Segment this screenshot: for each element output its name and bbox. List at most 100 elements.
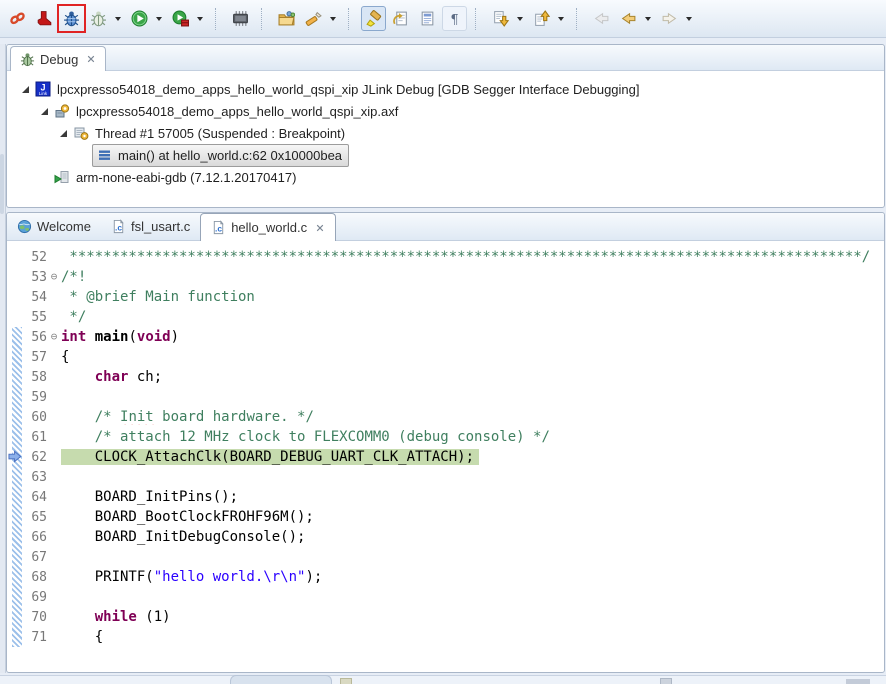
code-text[interactable]: */ [61, 309, 884, 325]
code-line[interactable]: 69 [7, 587, 884, 607]
chip-button[interactable] [228, 6, 253, 31]
fold-collapse-icon[interactable]: ⊖ [47, 267, 61, 287]
code-text[interactable]: { [61, 349, 884, 365]
highlighter-button[interactable] [361, 6, 386, 31]
code-line[interactable]: 66 BOARD_InitDebugConsole(); [7, 527, 884, 547]
code-line[interactable]: 54 * @brief Main function [7, 287, 884, 307]
open-folder-button[interactable] [274, 6, 299, 31]
code-line[interactable]: 63 [7, 467, 884, 487]
expand-toggle-icon[interactable] [59, 129, 68, 138]
code-text[interactable]: int main(void) [61, 329, 884, 345]
dropdown-arrow-icon[interactable] [194, 7, 205, 31]
run-button[interactable] [127, 6, 152, 31]
expand-toggle-icon[interactable] [21, 85, 30, 94]
wand-button[interactable] [301, 6, 326, 31]
pale-bug-icon [90, 10, 107, 27]
code-line[interactable]: 71 { [7, 627, 884, 647]
next-annotation-icon [492, 10, 509, 27]
code-line[interactable]: 62 CLOCK_AttachClk(BOARD_DEBUG_UART_CLK_… [7, 447, 884, 467]
last-edit-button[interactable] [388, 6, 413, 31]
prev-annotation-icon [533, 10, 550, 27]
main-toolbar: ¶ [0, 0, 886, 38]
code-text[interactable]: BOARD_BootClockFROHF96M(); [61, 509, 884, 525]
dropdown-arrow-icon[interactable] [514, 7, 525, 31]
code-line[interactable]: 59 [7, 387, 884, 407]
redboot-icon [36, 10, 53, 27]
back-disabled-button[interactable] [589, 6, 614, 31]
code-text[interactable]: char ch; [61, 369, 884, 385]
dropdown-arrow-icon[interactable] [555, 7, 566, 31]
debug-tree-item[interactable]: arm-none-eabi-gdb (7.12.1.20170417) [7, 166, 884, 188]
dropdown-arrow-icon[interactable] [683, 7, 694, 31]
code-line[interactable]: 55 */ [7, 307, 884, 327]
code-line[interactable]: 52 *************************************… [7, 247, 884, 267]
code-editor[interactable]: 52 *************************************… [7, 241, 884, 647]
code-text[interactable]: BOARD_InitPins(); [61, 489, 884, 505]
line-number: 54 [24, 290, 47, 305]
debug-view-tabbar: Debug [7, 45, 884, 71]
debug-tree-item-label: arm-none-eabi-gdb (7.12.1.20170417) [76, 170, 296, 185]
expand-toggle-icon[interactable] [40, 107, 49, 116]
source-doc-button[interactable] [415, 6, 440, 31]
debug-tree-item[interactable]: JLinklpcxpresso54018_demo_apps_hello_wor… [7, 78, 884, 100]
debug-tree-item[interactable]: main() at hello_world.c:62 0x10000bea [7, 144, 884, 166]
code-text[interactable]: * @brief Main function [61, 289, 884, 305]
range-indicator[interactable] [12, 327, 22, 647]
tab-label: fsl_usart.c [131, 219, 190, 234]
left-trim-handle[interactable] [0, 154, 4, 214]
code-line[interactable]: 70 while (1) [7, 607, 884, 627]
line-number: 52 [24, 250, 47, 265]
code-line[interactable]: 68 PRINTF("hello world.\r\n"); [7, 567, 884, 587]
line-number: 55 [24, 310, 47, 325]
code-text[interactable]: BOARD_InitDebugConsole(); [61, 529, 884, 545]
code-line[interactable]: 53⊖/*! [7, 267, 884, 287]
forward-pale-button[interactable] [657, 6, 682, 31]
code-line[interactable]: 58 char ch; [7, 367, 884, 387]
instruction-pointer-icon[interactable] [8, 449, 23, 464]
code-text[interactable]: /* Init board hardware. */ [61, 409, 884, 425]
code-line[interactable]: 56⊖int main(void) [7, 327, 884, 347]
debug-tree-item[interactable]: Thread #1 57005 (Suspended : Breakpoint) [7, 122, 884, 144]
code-line[interactable]: 65 BOARD_BootClockFROHF96M(); [7, 507, 884, 527]
redboot-button[interactable] [32, 6, 57, 31]
code-line[interactable]: 67 [7, 547, 884, 567]
pilcrow-button[interactable]: ¶ [442, 6, 467, 31]
dropdown-arrow-icon[interactable] [327, 7, 338, 31]
code-line[interactable]: 61 /* attach 12 MHz clock to FLEXCOMM0 (… [7, 427, 884, 447]
back-gold-button[interactable] [616, 6, 641, 31]
pale-bug-button[interactable] [86, 6, 111, 31]
code-text[interactable]: while (1) [61, 609, 884, 625]
link-button[interactable] [5, 6, 30, 31]
code-line[interactable]: 64 BOARD_InitPins(); [7, 487, 884, 507]
next-annotation-button[interactable] [488, 6, 513, 31]
dropdown-arrow-icon[interactable] [112, 7, 123, 31]
debug-bug-button[interactable] [59, 6, 84, 31]
prev-annotation-button[interactable] [529, 6, 554, 31]
globe-icon [17, 219, 32, 234]
tab-welcome[interactable]: Welcome [7, 213, 101, 240]
tab-debug[interactable]: Debug [10, 46, 106, 71]
svg-text:.c: .c [215, 224, 222, 234]
selected-stack-frame[interactable]: main() at hello_world.c:62 0x10000bea [92, 144, 349, 167]
source-doc-icon [419, 10, 436, 27]
close-icon[interactable] [315, 223, 325, 233]
bottom-view-tab[interactable] [230, 675, 332, 684]
code-text[interactable]: /* attach 12 MHz clock to FLEXCOMM0 (deb… [61, 429, 884, 445]
code-line[interactable]: 60 /* Init board hardware. */ [7, 407, 884, 427]
dropdown-arrow-icon[interactable] [642, 7, 653, 31]
tab-fsl-usart[interactable]: .c fsl_usart.c [101, 213, 200, 240]
code-text[interactable]: /*! [61, 269, 884, 285]
fold-collapse-icon[interactable]: ⊖ [47, 327, 61, 347]
tab-hello-world[interactable]: .c hello_world.c [200, 213, 336, 241]
code-text[interactable]: { [61, 629, 884, 645]
debug-tree-item-label: lpcxpresso54018_demo_apps_hello_world_qs… [57, 82, 640, 97]
code-line[interactable]: 57{ [7, 347, 884, 367]
code-text[interactable]: CLOCK_AttachClk(BOARD_DEBUG_UART_CLK_ATT… [61, 449, 884, 465]
dropdown-arrow-icon[interactable] [153, 7, 164, 31]
bottom-mini-handle[interactable] [846, 679, 870, 684]
code-text[interactable]: ****************************************… [61, 249, 884, 265]
run-config-button[interactable] [168, 6, 193, 31]
close-icon[interactable] [86, 54, 96, 64]
debug-tree-item[interactable]: lpcxpresso54018_demo_apps_hello_world_qs… [7, 100, 884, 122]
code-text[interactable]: PRINTF("hello world.\r\n"); [61, 569, 884, 585]
